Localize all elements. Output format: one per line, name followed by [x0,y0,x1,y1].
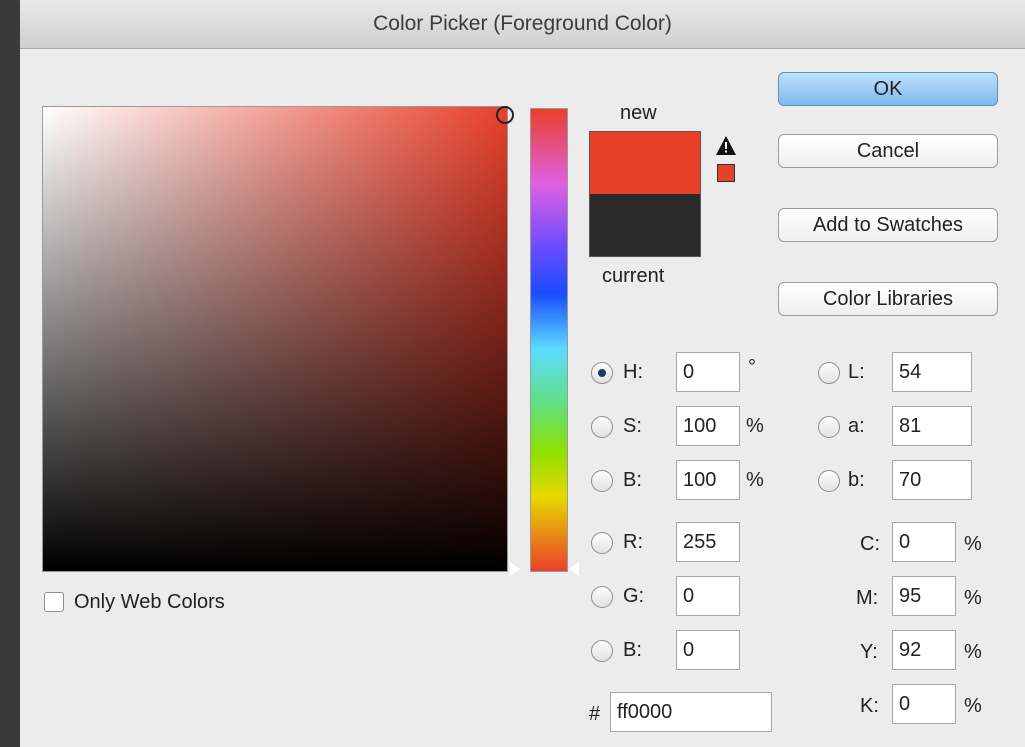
yellow-unit: % [964,641,982,663]
window-title: Color Picker (Foreground Color) [20,0,1025,49]
blue-input[interactable]: 0 [676,630,740,670]
cyan-input[interactable]: 0 [892,522,956,562]
green-label: G: [623,585,645,607]
lab-l-label: L: [848,361,865,383]
brightness-radio[interactable] [591,470,613,492]
lab-a-radio[interactable] [818,416,840,438]
red-input[interactable]: 255 [676,522,740,562]
gamut-warning-swatch[interactable] [717,164,735,182]
warning-triangle-icon[interactable] [714,134,738,158]
color-picker-window: Color Picker (Foreground Color) new curr… [20,0,1025,747]
saturation-unit: % [746,415,764,437]
brightness-unit: % [746,469,764,491]
lab-l-input[interactable]: 54 [892,352,972,392]
black-label: K: [860,695,879,717]
color-preview [589,131,701,257]
ok-button[interactable]: OK [778,72,998,106]
cyan-unit: % [964,533,982,555]
lab-a-label: a: [848,415,865,437]
hue-slider-right-arrow[interactable] [569,562,579,576]
red-label: R: [623,531,643,553]
brightness-input[interactable]: 100 [676,460,740,500]
current-color-label: current [602,265,665,287]
color-field[interactable] [42,106,508,572]
hue-label: H: [623,361,643,383]
hue-unit: ° [748,356,756,378]
green-radio[interactable] [591,586,613,608]
only-web-colors-checkbox[interactable] [44,592,64,612]
hue-slider[interactable] [530,108,568,572]
lab-a-input[interactable]: 81 [892,406,972,446]
blue-label: B: [623,639,642,661]
add-to-swatches-button[interactable]: Add to Swatches [778,208,998,242]
green-input[interactable]: 0 [676,576,740,616]
magenta-input[interactable]: 95 [892,576,956,616]
magenta-label: M: [856,587,879,609]
black-unit: % [964,695,982,717]
hue-input[interactable]: 0 [676,352,740,392]
color-field-picker-ring[interactable] [496,106,514,124]
magenta-unit: % [964,587,982,609]
saturation-label: S: [623,415,642,437]
cancel-button[interactable]: Cancel [778,134,998,168]
saturation-input[interactable]: 100 [676,406,740,446]
red-radio[interactable] [591,532,613,554]
new-color-label: new [620,102,657,124]
lab-b-label: b: [848,469,865,491]
cyan-label: C: [860,533,880,555]
lab-b-radio[interactable] [818,470,840,492]
yellow-label: Y: [860,641,878,663]
only-web-colors-label: Only Web Colors [74,591,225,613]
brightness-label: B: [623,469,642,491]
blue-radio[interactable] [591,640,613,662]
hue-radio[interactable] [591,362,613,384]
hue-slider-left-arrow[interactable] [510,562,520,576]
hex-input[interactable]: ff0000 [610,692,772,732]
saturation-radio[interactable] [591,416,613,438]
color-libraries-button[interactable]: Color Libraries [778,282,998,316]
hex-label: # [589,703,601,725]
current-color-swatch[interactable] [590,194,700,256]
lab-l-radio[interactable] [818,362,840,384]
lab-b-input[interactable]: 70 [892,460,972,500]
new-color-swatch [590,132,700,194]
yellow-input[interactable]: 92 [892,630,956,670]
black-input[interactable]: 0 [892,684,956,724]
